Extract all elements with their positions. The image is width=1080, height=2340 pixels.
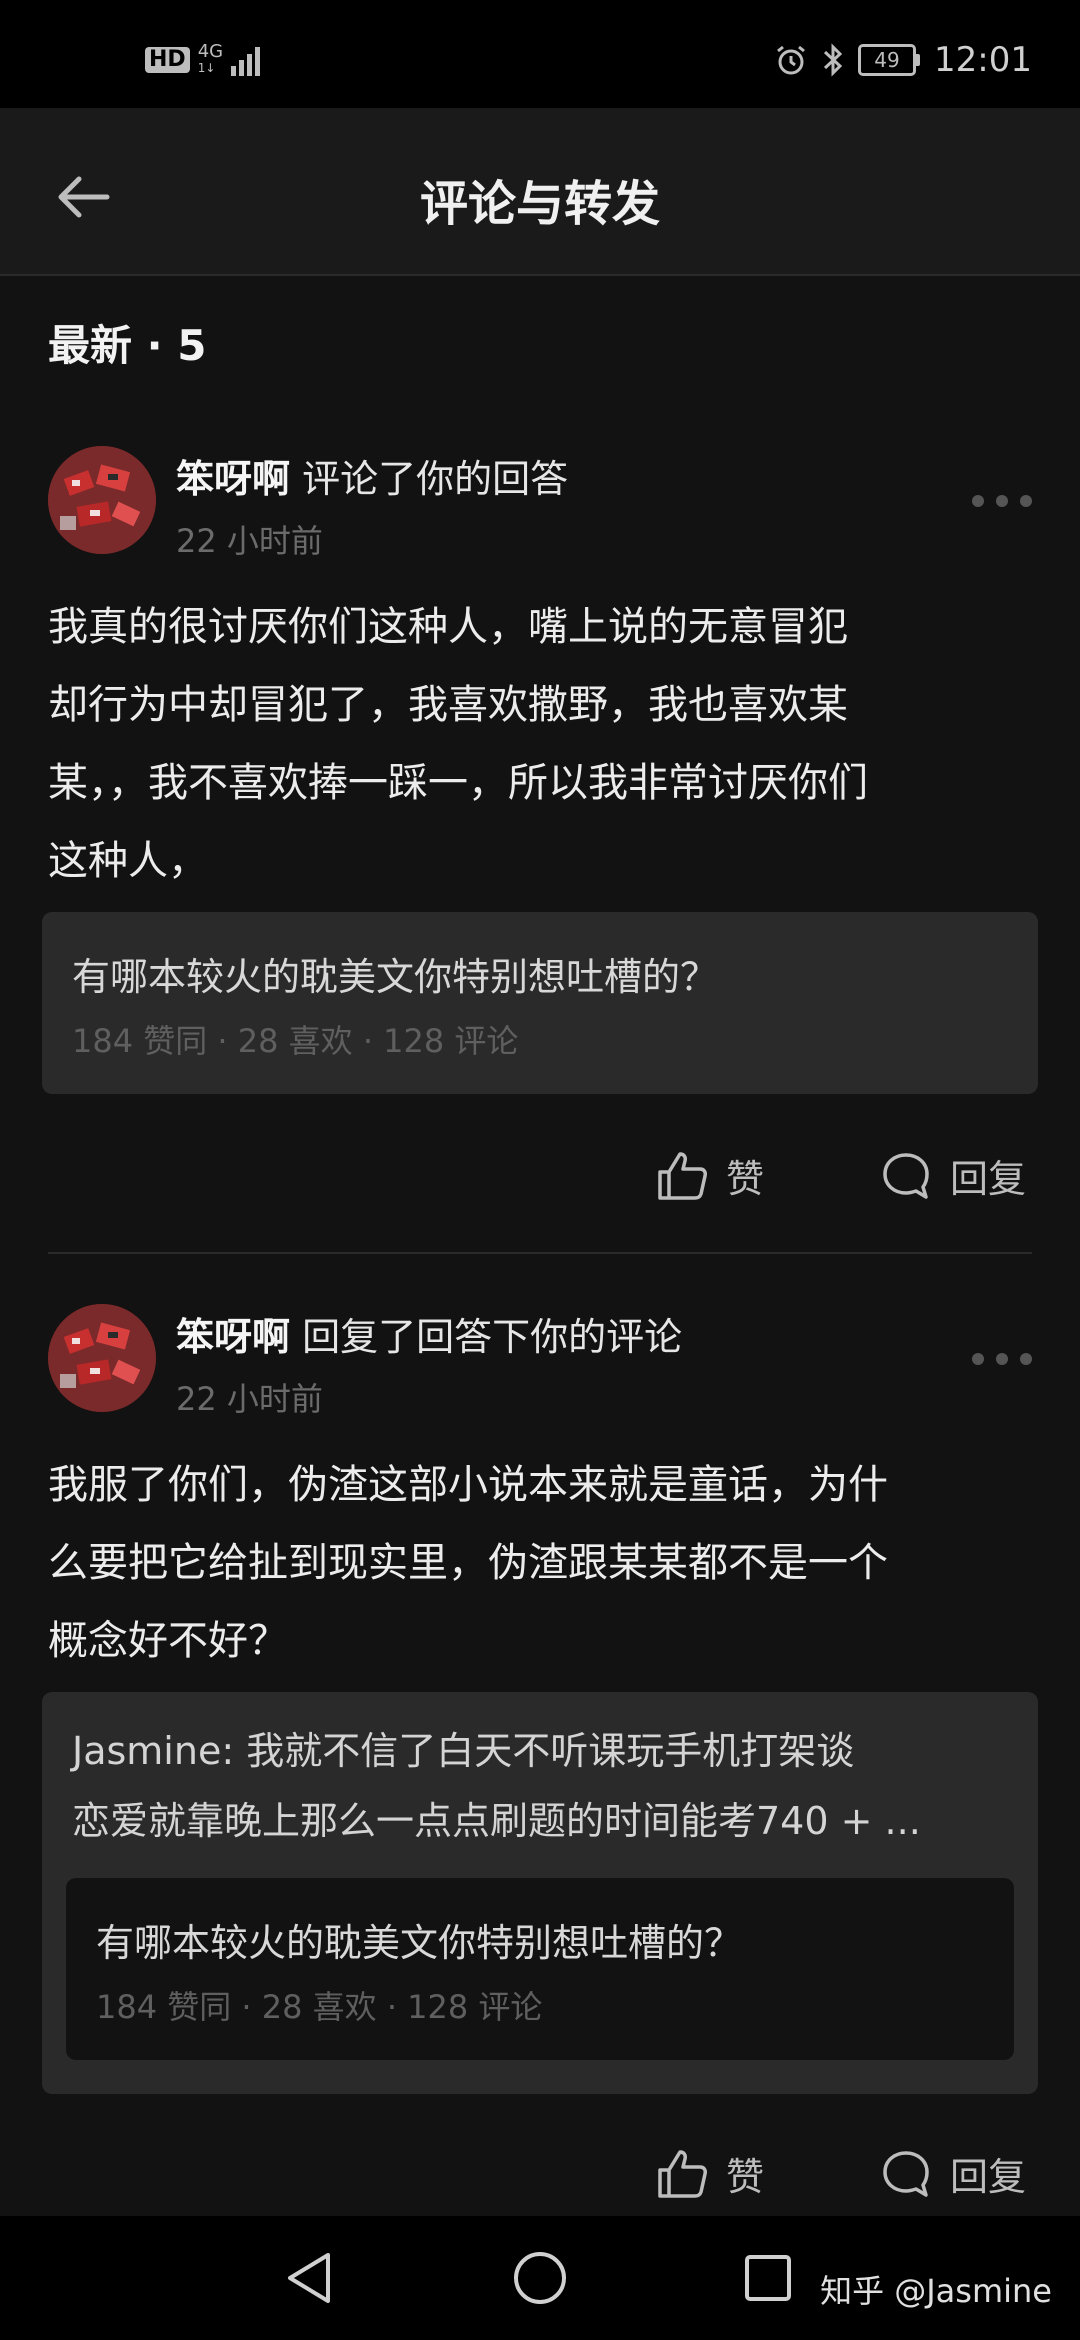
- network-indicator: 4G 1↓: [197, 41, 224, 76]
- question-stats: 184 赞同 · 28 喜欢 · 128 评论: [96, 1988, 543, 2026]
- avatar[interactable]: [48, 1304, 156, 1412]
- network-type: 4G: [197, 41, 224, 62]
- replied-comment-snippet: Jasmine: 我就不信了白天不听课玩手机打架谈 恋爱就靠晚上那么一点点刷题的…: [72, 1716, 1012, 1856]
- comment-text[interactable]: 我真的很讨厌你们这种人，嘴上说的无意冒犯 却行为中却冒犯了，我喜欢撒野，我也喜欢…: [48, 588, 1028, 900]
- notification-card: 笨呀啊 评论了你的回答 22 小时前 我真的很讨厌你们这种人，嘴上说的无意冒犯 …: [0, 276, 1080, 1256]
- comment-line: 概念好不好？: [48, 1618, 288, 1664]
- reply-button[interactable]: 回复: [880, 2146, 1026, 2201]
- more-dot-icon: [996, 1353, 1008, 1365]
- comment-text[interactable]: 我服了你们，伪渣这部小说本来就是童话，为什 么要把它给扯到现实里，伪渣跟某某都不…: [48, 1446, 1028, 1680]
- timestamp: 22 小时前: [176, 522, 323, 560]
- more-dot-icon: [1020, 495, 1032, 507]
- more-dot-icon: [1020, 1353, 1032, 1365]
- quoted-comment[interactable]: Jasmine: 我就不信了白天不听课玩手机打架谈 恋爱就靠晚上那么一点点刷题的…: [42, 1692, 1038, 2094]
- reply-label: 回复: [950, 1157, 1027, 1201]
- avatar[interactable]: [48, 446, 156, 554]
- battery-tip: [916, 54, 921, 66]
- comment-line: 某，，我不喜欢捧一踩一，所以我非常讨厌你们: [48, 760, 868, 806]
- bluetooth-icon: [823, 43, 843, 77]
- comment-line: 这种人，: [48, 838, 208, 884]
- comment-line: 我真的很讨厌你们这种人，嘴上说的无意冒犯: [48, 604, 848, 650]
- notification-list[interactable]: 最新 · 5 笨呀啊 评论了你的回答 22 小时前 我真的很讨厌你们这种人，嘴上…: [0, 276, 1080, 2216]
- timestamp: 22 小时前: [176, 1380, 323, 1418]
- comment-bubble-icon: [883, 2150, 929, 2197]
- nav-recents-button[interactable]: [733, 2248, 803, 2308]
- reply-label: 回复: [950, 2155, 1027, 2199]
- more-options-button[interactable]: [972, 481, 1032, 521]
- avatar-image: [48, 446, 156, 554]
- snippet-line: 恋爱就靠晚上那么一点点刷题的时间能考740 + ...: [72, 1799, 921, 1843]
- alarm-icon: [777, 45, 805, 75]
- snippet-line: Jasmine: 我就不信了白天不听课玩手机打架谈: [72, 1729, 855, 1773]
- battery-indicator: 49: [858, 44, 921, 76]
- page-title: 评论与转发: [419, 176, 660, 232]
- reply-button[interactable]: 回复: [880, 1148, 1026, 1203]
- question-title: 有哪本较火的耽美文你特别想吐槽的？: [72, 955, 719, 999]
- quoted-question[interactable]: 有哪本较火的耽美文你特别想吐槽的？ 184 赞同 · 28 喜欢 · 128 评…: [66, 1878, 1014, 2060]
- avatar-image: [48, 1304, 156, 1412]
- like-label: 赞: [726, 1157, 765, 1201]
- notification-header: 笨呀啊 评论了你的回答: [176, 448, 568, 503]
- hd-indicator: HD: [145, 47, 190, 73]
- question-stats: 184 赞同 · 28 喜欢 · 128 评论: [72, 1022, 519, 1060]
- status-time: 12:01: [934, 40, 1032, 80]
- watermark: 知乎 @Jasmine: [820, 2272, 1052, 2310]
- comment-bubble-icon: [883, 1152, 929, 1199]
- triangle-back-icon: [288, 2253, 330, 2303]
- question-title: 有哪本较火的耽美文你特别想吐槽的？: [96, 1921, 743, 1965]
- top-bar: 评论与转发: [0, 108, 1080, 276]
- status-right: 49 12:01: [774, 40, 1032, 80]
- system-nav-bar: 知乎 @Jasmine: [0, 2216, 1080, 2340]
- like-button[interactable]: 赞: [656, 2146, 764, 2201]
- signal-icon: [231, 47, 261, 76]
- more-dot-icon: [972, 1353, 984, 1365]
- status-left: HD 4G 1↓: [145, 41, 265, 76]
- network-sub: 1↓: [197, 61, 216, 75]
- notification-header: 笨呀啊 回复了回答下你的评论: [176, 1306, 682, 1361]
- thumbs-up-icon: [658, 1151, 707, 1200]
- user-name[interactable]: 笨呀啊: [176, 1315, 290, 1359]
- like-button[interactable]: 赞: [656, 1148, 764, 1203]
- thumbs-up-icon: [658, 2149, 707, 2198]
- more-dot-icon: [972, 495, 984, 507]
- circle-home-icon: [514, 2252, 566, 2304]
- more-dot-icon: [996, 495, 1008, 507]
- divider: [48, 1252, 1032, 1254]
- like-label: 赞: [726, 2155, 765, 2199]
- more-options-button[interactable]: [972, 1339, 1032, 1379]
- battery-level: 49: [858, 44, 917, 76]
- quoted-question[interactable]: 有哪本较火的耽美文你特别想吐槽的？ 184 赞同 · 28 喜欢 · 128 评…: [42, 912, 1038, 1094]
- comment-line: 我服了你们，伪渣这部小说本来就是童话，为什: [48, 1462, 888, 1508]
- nav-home-button[interactable]: [505, 2248, 575, 2308]
- comment-line: 么要把它给扯到现实里，伪渣跟某某都不是一个: [48, 1540, 888, 1586]
- square-recents-icon: [745, 2255, 791, 2301]
- status-bar: HD 4G 1↓ 49 12:01: [0, 0, 1080, 108]
- user-name[interactable]: 笨呀啊: [176, 457, 290, 501]
- notification-action: 评论了你的回答: [290, 457, 569, 501]
- nav-back-button[interactable]: [274, 2248, 344, 2308]
- notification-card: 笨呀啊 回复了回答下你的评论 22 小时前 我服了你们，伪渣这部小说本来就是童话…: [0, 1256, 1080, 2216]
- comment-line: 却行为中却冒犯了，我喜欢撒野，我也喜欢某: [48, 682, 848, 728]
- notification-action: 回复了回答下你的评论: [290, 1315, 683, 1359]
